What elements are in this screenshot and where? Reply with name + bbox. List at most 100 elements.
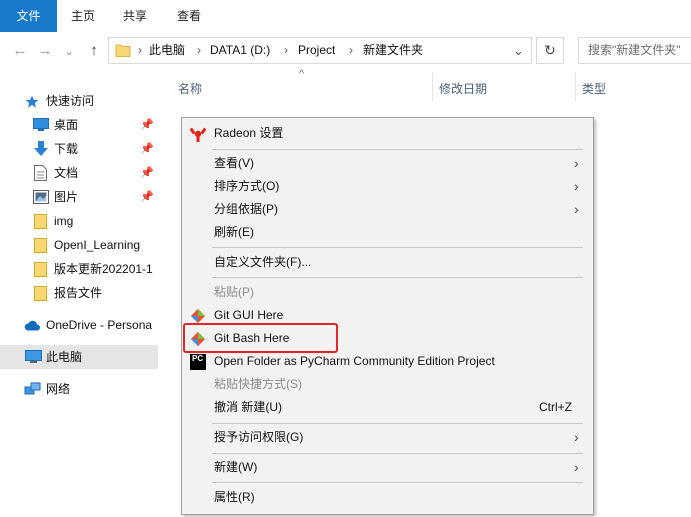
pin-icon: 📌 xyxy=(140,143,154,155)
sidebar-item-pictures[interactable]: 图片 📌 xyxy=(0,185,158,209)
menu-item-label: 查看(V) xyxy=(214,156,254,170)
sidebar-item-label: 图片 xyxy=(54,190,79,204)
sidebar-item-quick-access[interactable]: 快速访问 xyxy=(0,89,158,113)
menu-separator xyxy=(212,453,583,454)
submenu-arrow-icon: › xyxy=(574,459,579,475)
column-divider[interactable] xyxy=(432,72,433,102)
menu-item-label: 新建(W) xyxy=(214,460,258,474)
sidebar-item-openi-learning[interactable]: OpenI_Learning xyxy=(0,233,158,257)
sidebar-item-onedrive[interactable]: OneDrive - Persona xyxy=(0,313,158,337)
breadcrumb-project[interactable]: Project xyxy=(298,38,335,63)
menu-item-view[interactable]: 查看(V) › xyxy=(182,152,593,175)
highlight-annotation-box xyxy=(183,323,338,353)
sidebar-item-label: 此电脑 xyxy=(46,350,83,364)
download-arrow-icon xyxy=(34,141,48,156)
desktop-icon xyxy=(33,118,49,131)
sidebar-item-label: 桌面 xyxy=(54,118,79,132)
menu-item-label: 排序方式(O) xyxy=(214,179,280,193)
menu-item-paste-shortcut[interactable]: 粘贴快捷方式(S) xyxy=(182,373,593,396)
column-header-type[interactable]: 类型 xyxy=(582,80,606,97)
sidebar-item-downloads[interactable]: 下载 📌 xyxy=(0,137,158,161)
menu-separator xyxy=(212,482,583,483)
computer-icon xyxy=(25,350,42,363)
star-icon xyxy=(25,95,39,108)
up-button[interactable]: ↑ xyxy=(84,40,104,62)
sidebar-item-network[interactable]: 网络 xyxy=(0,377,158,401)
pin-icon: 📌 xyxy=(140,119,154,131)
menu-item-label: 刷新(E) xyxy=(214,225,254,239)
menu-item-label: 授予访问权限(G) xyxy=(214,430,304,444)
sort-indicator-icon: ^ xyxy=(299,68,305,80)
back-arrow-icon: ← xyxy=(12,42,28,59)
sidebar-item-label: 下载 xyxy=(54,142,79,156)
sidebar-item-documents[interactable]: 文档 📌 xyxy=(0,161,158,185)
chevron-down-icon: ⌄ xyxy=(63,44,75,58)
address-bar[interactable]: › 此电脑 › DATA1 (D:) › Project › 新建文件夹 ⌄ xyxy=(108,37,532,64)
breadcrumb-separator: › xyxy=(349,43,353,57)
sidebar-item-img[interactable]: img xyxy=(0,209,158,233)
folder-icon xyxy=(34,238,47,253)
submenu-arrow-icon: › xyxy=(574,201,579,217)
breadcrumb-new-folder[interactable]: 新建文件夹 xyxy=(363,38,423,63)
sidebar-item-this-pc[interactable]: 此电脑 xyxy=(0,345,158,369)
menu-item-sort-by[interactable]: 排序方式(O) › xyxy=(182,175,593,198)
menu-item-label: 粘贴(P) xyxy=(214,285,254,299)
column-header-date-modified[interactable]: 修改日期 xyxy=(439,80,487,97)
navigation-pane: 快速访问 桌面 📌 下载 📌 文档 📌 图片 📌 img OpenI_Learn… xyxy=(0,70,158,517)
sidebar-item-desktop[interactable]: 桌面 📌 xyxy=(0,113,158,137)
menu-item-group-by[interactable]: 分组依据(P) › xyxy=(182,198,593,221)
back-button[interactable]: ← xyxy=(10,40,30,62)
menu-item-paste[interactable]: 粘贴(P) xyxy=(182,281,593,304)
sidebar-item-label: OpenI_Learning xyxy=(54,238,141,252)
menu-item-open-pycharm[interactable]: PC Open Folder as PyCharm Community Edit… xyxy=(182,350,593,373)
menu-item-new[interactable]: 新建(W) › xyxy=(182,456,593,479)
submenu-arrow-icon: › xyxy=(574,429,579,445)
menu-item-undo-new[interactable]: 撤消 新建(U) Ctrl+Z xyxy=(182,396,593,419)
context-menu: Radeon 设置 查看(V) › 排序方式(O) › 分组依据(P) › 刷新… xyxy=(181,117,594,515)
menu-separator xyxy=(212,423,583,424)
navigation-bar: ← → ⌄ ↑ › 此电脑 › DATA1 (D:) › Project › 新… xyxy=(0,32,691,70)
sidebar-item-label: 报告文件 xyxy=(54,286,103,300)
address-dropdown-icon[interactable]: ⌄ xyxy=(513,38,524,63)
tab-home[interactable]: 主页 xyxy=(57,0,109,32)
folder-icon xyxy=(34,262,47,277)
sidebar-item-report-files[interactable]: 报告文件 xyxy=(0,281,158,305)
column-divider[interactable] xyxy=(575,72,576,102)
menu-item-label: 属性(R) xyxy=(214,490,255,504)
menu-separator xyxy=(212,277,583,278)
picture-icon xyxy=(33,190,49,204)
radeon-logo-icon xyxy=(190,127,206,142)
menu-item-label: 自定义文件夹(F)... xyxy=(214,255,312,269)
menu-item-label: 分组依据(P) xyxy=(214,202,278,216)
sidebar-item-version-update[interactable]: 版本更新202201-1 xyxy=(0,257,158,281)
tab-view[interactable]: 查看 xyxy=(163,0,215,32)
menu-item-shortcut: Ctrl+Z xyxy=(539,400,572,414)
forward-button[interactable]: → xyxy=(35,40,55,62)
sidebar-item-label: 版本更新202201-1 xyxy=(54,262,153,276)
breadcrumb-this-pc[interactable]: 此电脑 xyxy=(149,38,185,63)
tab-file[interactable]: 文件 xyxy=(0,0,57,32)
menu-item-label: Open Folder as PyCharm Community Edition… xyxy=(214,354,495,368)
breadcrumb-separator: › xyxy=(284,43,288,57)
menu-item-refresh[interactable]: 刷新(E) xyxy=(182,221,593,244)
pin-icon: 📌 xyxy=(140,167,154,179)
breadcrumb-drive[interactable]: DATA1 (D:) xyxy=(210,38,270,63)
tab-share[interactable]: 共享 xyxy=(111,0,159,32)
search-input[interactable]: 搜索"新建文件夹" xyxy=(578,37,691,64)
folder-icon xyxy=(34,286,47,301)
menu-item-properties[interactable]: 属性(R) xyxy=(182,486,593,509)
forward-arrow-icon: → xyxy=(37,42,53,59)
submenu-arrow-icon: › xyxy=(574,155,579,171)
refresh-icon: ↻ xyxy=(544,42,556,58)
refresh-button[interactable]: ↻ xyxy=(536,37,564,64)
menu-item-grant-access[interactable]: 授予访问权限(G) › xyxy=(182,426,593,449)
pycharm-icon-text: PC xyxy=(192,354,204,363)
menu-item-customize-folder[interactable]: 自定义文件夹(F)... xyxy=(182,251,593,274)
pycharm-icon: PC xyxy=(190,354,206,370)
menu-item-label: Radeon 设置 xyxy=(214,126,284,140)
folder-icon xyxy=(115,44,131,57)
recent-locations-button[interactable]: ⌄ xyxy=(62,40,76,62)
menu-item-radeon-settings[interactable]: Radeon 设置 xyxy=(182,122,593,145)
column-header-name[interactable]: 名称 xyxy=(178,80,202,97)
document-icon xyxy=(34,165,47,181)
